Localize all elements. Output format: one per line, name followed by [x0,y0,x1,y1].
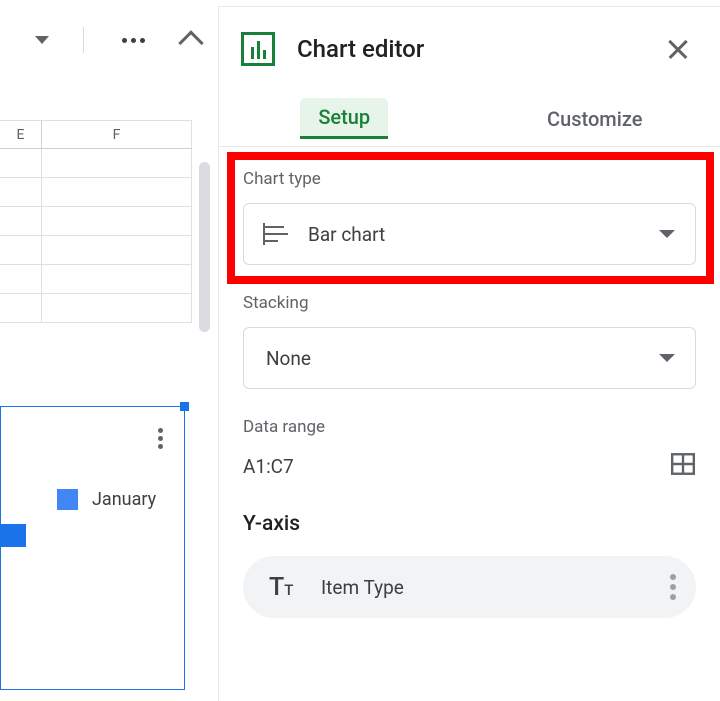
chart-bar [1,524,26,547]
text-format-icon: TT [269,573,299,602]
tab-label: Customize [529,100,660,138]
select-range-icon[interactable] [670,451,696,482]
data-range-label: Data range [243,417,696,437]
editor-header: Chart editor [219,7,720,91]
chip-label: Item Type [321,576,670,599]
chart-type-label: Chart type [243,169,696,189]
divider [83,27,84,53]
formula-bar [0,0,218,80]
caret-down-icon [659,230,675,238]
column-header[interactable]: E [0,120,42,149]
embedded-chart[interactable]: January [0,406,185,690]
spreadsheet-pane: E F January [0,0,218,701]
tab-customize[interactable]: Customize [470,91,720,146]
formula-dropdown-icon[interactable] [35,36,49,44]
chip-more-icon[interactable] [670,574,676,600]
chart-logo-icon [241,32,275,66]
chart-more-icon[interactable] [148,423,172,453]
data-range-value: A1:C7 [243,455,670,478]
select-value: None [266,347,659,370]
tab-label: Setup [300,98,388,139]
column-header[interactable]: F [42,120,192,149]
vertical-scrollbar[interactable] [199,162,210,332]
chart-editor-panel: Chart editor Setup Customize Chart type [218,6,720,701]
stacking-label: Stacking [243,293,696,313]
legend-color-box [57,489,78,510]
collapse-icon[interactable] [178,30,203,55]
caret-down-icon [659,354,675,362]
resize-handle[interactable] [180,402,189,411]
y-axis-section: Y-axis [243,512,696,536]
select-value: Bar chart [308,223,659,246]
chart-legend-item: January [57,489,156,510]
setup-panel: Chart type Bar chart Stacking [219,147,720,618]
editor-title: Chart editor [297,35,666,63]
close-icon[interactable] [666,37,690,61]
legend-label: January [92,489,156,510]
y-axis-item-chip[interactable]: TT Item Type [243,556,696,618]
tab-setup[interactable]: Setup [219,91,470,146]
chart-type-select[interactable]: Bar chart [243,203,696,265]
editor-tabs: Setup Customize [219,91,720,147]
bar-chart-icon [262,222,290,246]
more-options-icon[interactable] [118,28,148,52]
sheet-grid: E F [0,120,197,323]
stacking-select[interactable]: None [243,327,696,389]
